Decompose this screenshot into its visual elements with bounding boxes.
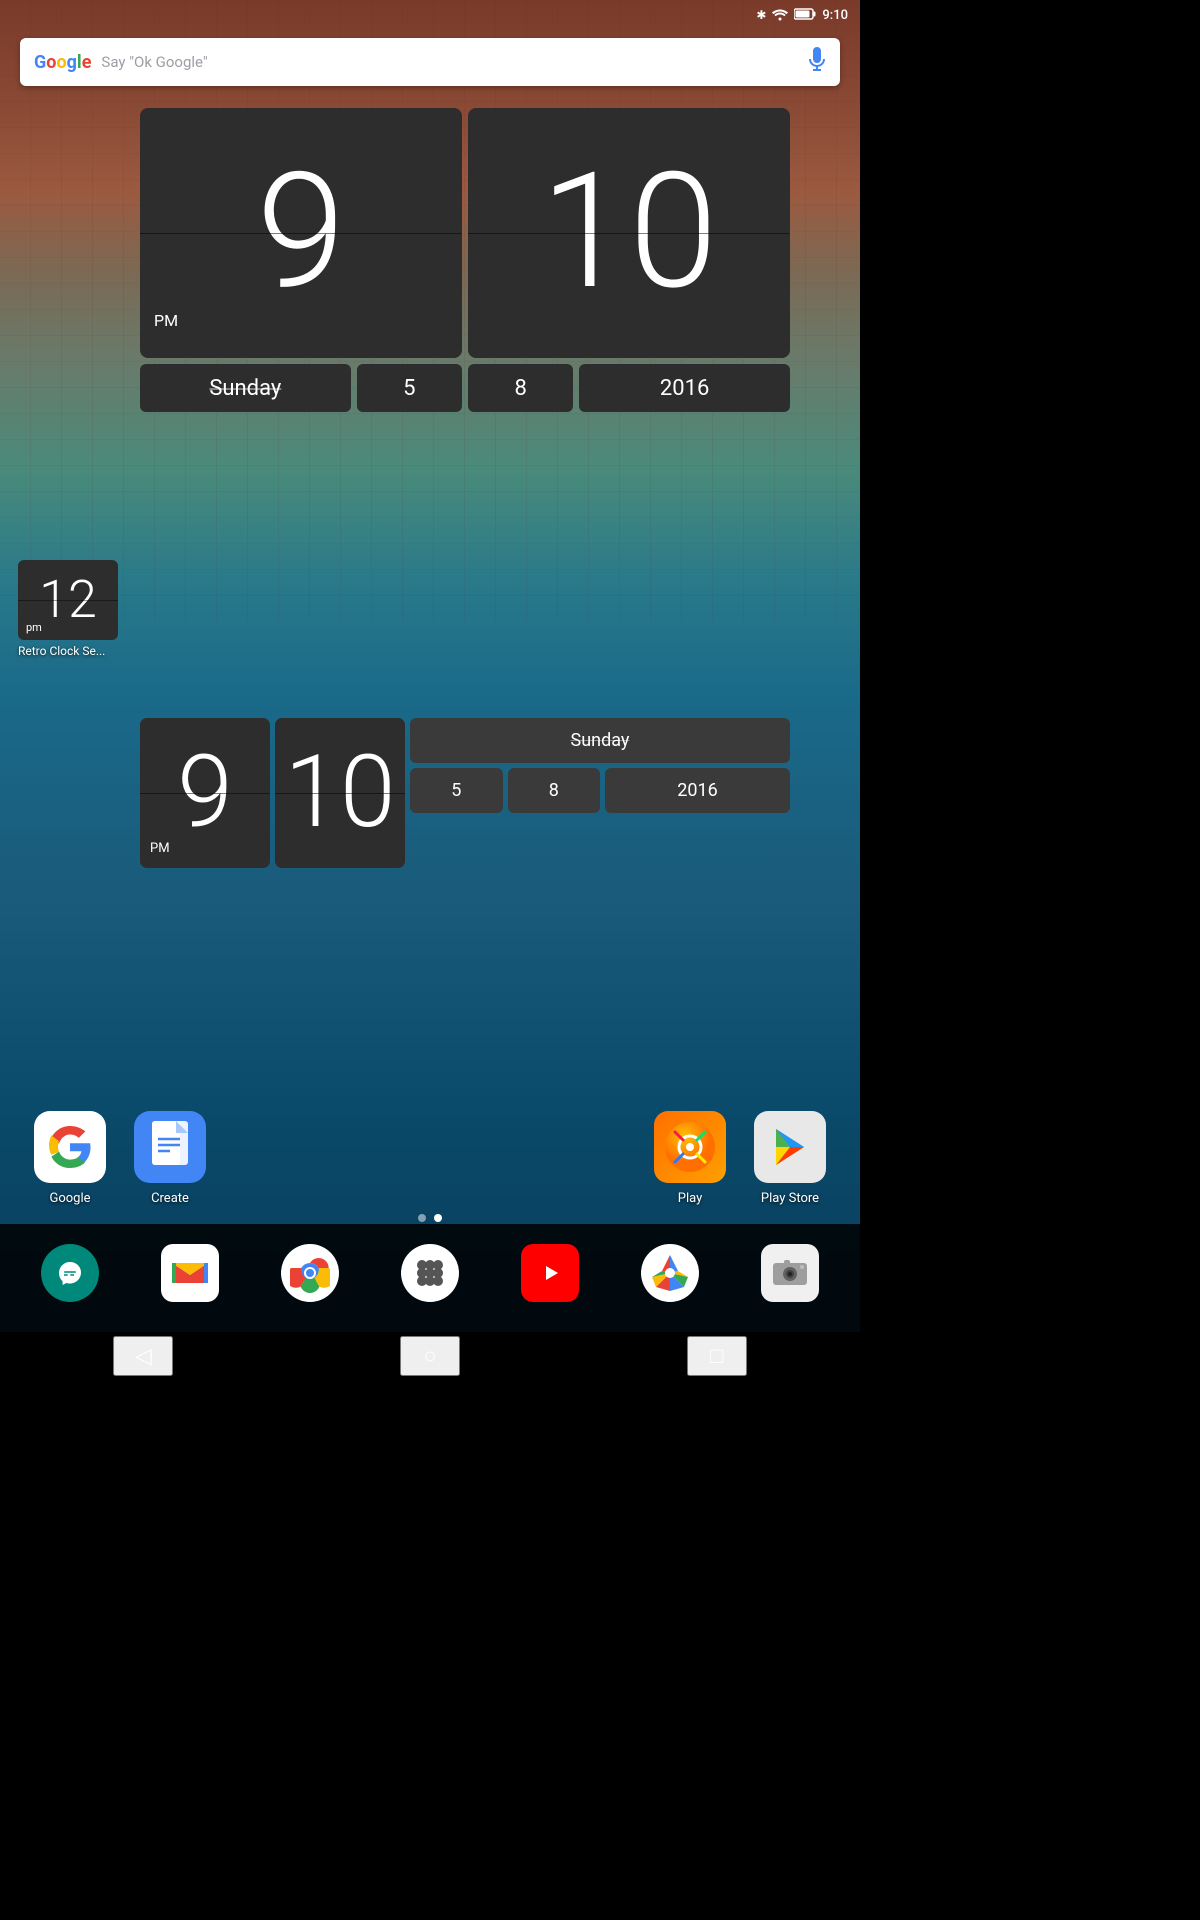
page-indicators xyxy=(418,1214,442,1222)
flip-hour-med-number: 9 xyxy=(177,743,232,843)
flip-minute-med: 10 xyxy=(275,718,405,868)
flip-date-med-nums: 5 8 2016 xyxy=(410,768,790,813)
status-icons: ✱ 9:10 xyxy=(756,7,848,24)
app-google[interactable]: Google xyxy=(20,1111,120,1206)
playstore-icon xyxy=(754,1111,826,1183)
page-dot-1[interactable] xyxy=(418,1214,426,1222)
flip-day-of-week-large: Sunday xyxy=(140,364,351,412)
flip-clock-large: PM 9 10 Sunday 5 8 2016 xyxy=(140,108,790,412)
recents-button[interactable]: □ xyxy=(687,1336,747,1376)
flip-day-med: Sunday xyxy=(410,718,790,763)
search-placeholder: Say "Ok Google" xyxy=(101,53,808,71)
play-icon xyxy=(654,1111,726,1183)
flip-clock-small: pm 12 Retro Clock Se... xyxy=(18,560,118,658)
gmail-icon xyxy=(161,1244,219,1302)
apps-grid-icon xyxy=(401,1244,459,1302)
home-button[interactable]: ○ xyxy=(400,1336,460,1376)
flip-date-large: 8 xyxy=(468,364,573,412)
flip-clock-large-digits: PM 9 10 xyxy=(140,108,790,358)
back-button[interactable]: ◁ xyxy=(113,1336,173,1376)
dock-hangouts[interactable] xyxy=(34,1244,106,1302)
dock xyxy=(0,1224,860,1332)
youtube-icon xyxy=(521,1244,579,1302)
small-clock-number: 12 xyxy=(39,574,97,626)
flip-hour-med: PM 9 xyxy=(140,718,270,868)
flip-month-large: 5 xyxy=(357,364,462,412)
google-label: Google xyxy=(49,1191,90,1206)
wifi-icon xyxy=(772,7,788,24)
dock-photos[interactable] xyxy=(634,1244,706,1302)
mic-icon[interactable] xyxy=(808,47,826,78)
photos-icon xyxy=(641,1244,699,1302)
flip-date-med-row: Sunday 5 8 2016 xyxy=(410,718,790,868)
flip-minute-med-number: 10 xyxy=(285,743,396,843)
hangouts-icon xyxy=(41,1244,99,1302)
flip-minute-number: 10 xyxy=(540,153,718,313)
dock-chrome[interactable] xyxy=(274,1244,346,1302)
flip-minute-block: 10 xyxy=(468,108,790,358)
dock-gmail[interactable] xyxy=(154,1244,226,1302)
flip-clock-med-main: PM 9 10 Sunday 5 8 2016 xyxy=(140,718,790,868)
app-create[interactable]: Create xyxy=(120,1111,220,1206)
create-icon xyxy=(134,1111,206,1183)
small-clock-label: Retro Clock Se... xyxy=(18,644,118,658)
flip-ampm-med: PM xyxy=(150,841,170,856)
app-icons: Google Create xyxy=(0,1111,860,1206)
dock-apps[interactable] xyxy=(394,1244,466,1302)
camera-icon xyxy=(761,1244,819,1302)
dock-youtube[interactable] xyxy=(514,1244,586,1302)
bluetooth-icon: ✱ xyxy=(756,8,766,22)
search-bar[interactable]: Google Say "Ok Google" xyxy=(20,38,840,86)
flip-month-med: 5 xyxy=(410,768,503,813)
play-label: Play xyxy=(678,1191,703,1206)
page-dot-2[interactable] xyxy=(434,1214,442,1222)
status-bar: ✱ 9:10 xyxy=(0,0,860,30)
google-icon xyxy=(34,1111,106,1183)
flip-hour-number: 9 xyxy=(257,153,346,313)
flip-ampm-large: PM xyxy=(154,311,178,330)
create-label: Create xyxy=(151,1191,189,1206)
flip-date-row-large: Sunday 5 8 2016 xyxy=(140,364,790,412)
flip-clock-medium: PM 9 10 Sunday 5 8 2016 xyxy=(140,718,790,868)
small-clock-ampm: pm xyxy=(26,621,42,634)
flip-day-num-med: 8 xyxy=(508,768,601,813)
chrome-icon xyxy=(281,1244,339,1302)
small-clock-box: pm 12 xyxy=(18,560,118,640)
playstore-label: Play Store xyxy=(761,1191,819,1206)
app-play[interactable]: Play xyxy=(640,1111,740,1206)
flip-year-med: 2016 xyxy=(605,768,790,813)
app-playstore[interactable]: Play Store xyxy=(740,1111,840,1206)
google-logo: Google xyxy=(34,52,91,73)
flip-hour-block: PM 9 xyxy=(140,108,462,358)
status-time: 9:10 xyxy=(822,8,848,23)
dock-camera[interactable] xyxy=(754,1244,826,1302)
battery-icon xyxy=(794,8,816,23)
flip-year-large: 2016 xyxy=(579,364,790,412)
nav-bar: ◁ ○ □ xyxy=(0,1332,860,1380)
